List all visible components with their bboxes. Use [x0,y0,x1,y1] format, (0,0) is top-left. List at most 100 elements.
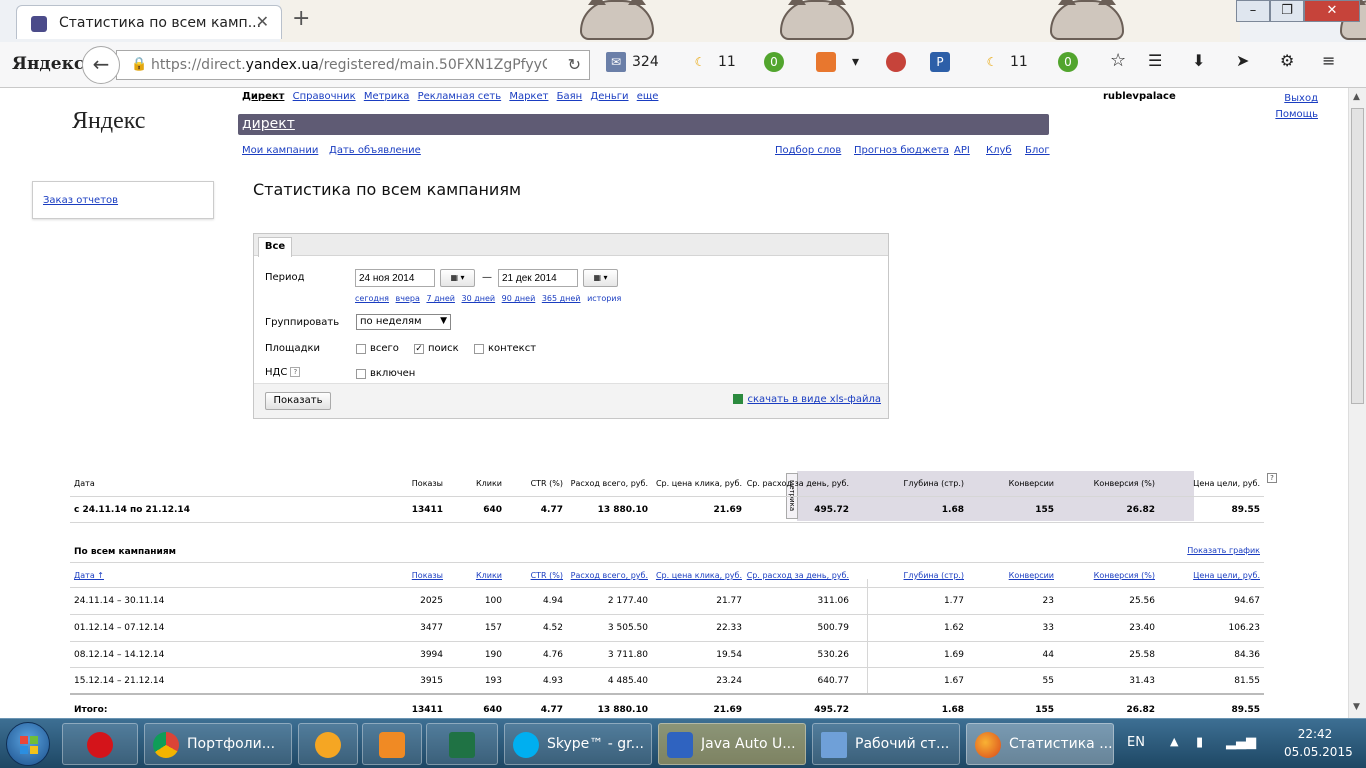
window-maximize-button[interactable]: ❐ [1270,0,1304,22]
back-button[interactable]: ← [82,46,120,84]
budget-forecast-link[interactable]: Прогноз бюджета [854,145,949,156]
taskbar-mail-agent[interactable] [298,723,358,765]
reload-icon[interactable]: ↻ [568,55,581,74]
period-7-days-link[interactable]: 7 дней [426,294,455,303]
sort-by-date-link[interactable]: Дата ↑ [74,563,104,589]
toolbar-dropdown-icon[interactable]: ▾ [852,54,859,70]
blog-link[interactable]: Блог [1025,145,1050,156]
tray-expand-icon[interactable]: ▲ [1170,735,1178,748]
download-xls-link[interactable]: скачать в виде xls-файла [747,394,881,405]
nav-ad-network[interactable]: Рекламная сеть [418,91,502,102]
weather-moon-icon-2[interactable]: ☾ [982,52,1002,72]
date-to-input[interactable] [498,269,578,287]
keyword-tool-link[interactable]: Подбор слов [775,145,841,156]
yandex-logo[interactable]: Яндекс [72,108,145,135]
my-campaigns-link[interactable]: Мои кампании [242,145,318,156]
scrollbar-thumb[interactable] [1351,108,1364,404]
date-from-calendar-button[interactable]: ▦ ▾ [440,269,475,287]
addon-red-icon[interactable] [886,52,906,72]
sort-by-goal-cost-link[interactable]: Цена цели, руб. [1193,563,1260,589]
send-icon[interactable]: ➤ [1236,51,1249,70]
platform-context-checkbox[interactable] [474,344,484,354]
taskbar-skype[interactable]: Skype™ - gr... [504,723,652,765]
sort-by-conversion-rate-link[interactable]: Конверсия (%) [1094,563,1155,589]
window-close-button[interactable]: ✕ [1304,0,1360,22]
scroll-down-icon[interactable]: ▼ [1353,702,1360,712]
mail-count[interactable]: 324 [632,54,659,70]
period-30-days-link[interactable]: 30 дней [462,294,496,303]
addon-orange-icon[interactable] [816,52,836,72]
taskbar-firefox[interactable]: Статистика ... [966,723,1114,765]
date-from-input[interactable] [355,269,435,287]
group-by-select[interactable]: по неделям ▼ [356,314,451,330]
section-title-direct[interactable]: директ [242,116,295,132]
window-minimize-button[interactable]: – [1236,0,1270,22]
mail-icon[interactable]: ✉ [606,52,626,72]
system-clock[interactable]: 22:42 05.05.2015 [1284,725,1353,761]
sort-by-impressions-link[interactable]: Показы [412,563,443,589]
weather-moon-icon[interactable]: ☾ [690,52,710,72]
taskbar-desktop[interactable]: Рабочий ст... [812,723,960,765]
badge-green-icon-2[interactable]: 0 [1058,52,1078,72]
period-yesterday-link[interactable]: вчера [396,294,420,303]
show-chart-link[interactable]: Показать график [1187,546,1260,555]
taskbar-media-player[interactable] [362,723,422,765]
scroll-up-icon[interactable]: ▲ [1353,92,1360,102]
bookmark-star-icon[interactable]: ☆ [1110,50,1126,71]
network-signal-icon[interactable]: ▂▄▆ [1226,735,1256,750]
sort-by-ctr-link[interactable]: CTR (%) [531,563,563,589]
metrika-help-icon[interactable]: ? [1267,473,1277,483]
tab-all[interactable]: Все [258,237,292,257]
sort-by-cpc-link[interactable]: Ср. цена клика, руб. [656,563,742,589]
sort-by-depth-link[interactable]: Глубина (стр.) [904,563,964,589]
platform-search-checkbox[interactable]: ✓ [414,344,424,354]
yandex-bar-logo[interactable]: Яндекс [12,54,84,74]
show-button[interactable]: Показать [265,392,331,410]
date-to-calendar-button[interactable]: ▦ ▾ [583,269,618,287]
nav-bayan[interactable]: Баян [557,91,583,102]
start-button[interactable] [6,722,50,766]
create-ad-link[interactable]: Дать объявление [329,145,421,156]
club-link[interactable]: Клуб [986,145,1012,156]
platform-all-checkbox[interactable] [356,344,366,354]
close-tab-icon[interactable]: ✕ [256,12,269,31]
period-history-link[interactable]: история [587,294,621,303]
url-text[interactable]: https://direct.yandex.ua/registered/main… [151,57,547,73]
weather-temp[interactable]: 11 [718,54,736,70]
vat-included-checkbox[interactable] [356,369,366,379]
new-tab-icon[interactable]: + [292,6,310,31]
language-indicator[interactable]: EN [1127,735,1145,750]
sort-by-daily-spend-link[interactable]: Ср. расход за день, руб. [747,563,849,589]
nav-market[interactable]: Маркет [509,91,548,102]
api-link[interactable]: API [954,145,970,156]
page-scrollbar[interactable]: ▲ ▼ [1348,88,1366,718]
help-icon[interactable]: ? [290,367,301,377]
taskbar-excel[interactable] [426,723,498,765]
help-link[interactable]: Помощь [1275,109,1318,120]
taskbar-java-update[interactable]: Java Auto U... [658,723,806,765]
addon-blue-icon[interactable]: P [930,52,950,72]
download-icon[interactable]: ⬇ [1192,51,1205,70]
taskbar-chrome[interactable]: Портфоли... [144,723,292,765]
url-bar[interactable]: 🔒 https://direct.yandex.ua/registered/ma… [116,50,590,80]
weather-temp-2[interactable]: 11 [1010,54,1028,70]
nav-reference[interactable]: Справочник [293,91,356,102]
nav-more[interactable]: еще [637,91,659,102]
sort-by-spend-link[interactable]: Расход всего, руб. [571,563,648,589]
badge-green-icon[interactable]: 0 [764,52,784,72]
reading-list-icon[interactable]: ☰ [1148,51,1162,70]
nav-direct[interactable]: Директ [242,91,284,102]
username[interactable]: rublevpalace [1103,91,1176,102]
browser-tab-active[interactable]: Статистика по всем камп... ✕ [16,5,282,39]
gear-icon[interactable]: ⚙ [1280,51,1294,70]
sort-by-clicks-link[interactable]: Клики [476,563,502,589]
nav-metrika[interactable]: Метрика [364,91,410,102]
tray-device-icon[interactable]: ▮ [1196,735,1203,750]
taskbar-opera[interactable] [62,723,138,765]
period-90-days-link[interactable]: 90 дней [502,294,536,303]
sort-by-conversions-link[interactable]: Конверсии [1009,563,1054,589]
nav-money[interactable]: Деньги [590,91,628,102]
period-365-days-link[interactable]: 365 дней [542,294,581,303]
period-today-link[interactable]: сегодня [355,294,389,303]
menu-icon[interactable]: ≡ [1322,51,1335,70]
